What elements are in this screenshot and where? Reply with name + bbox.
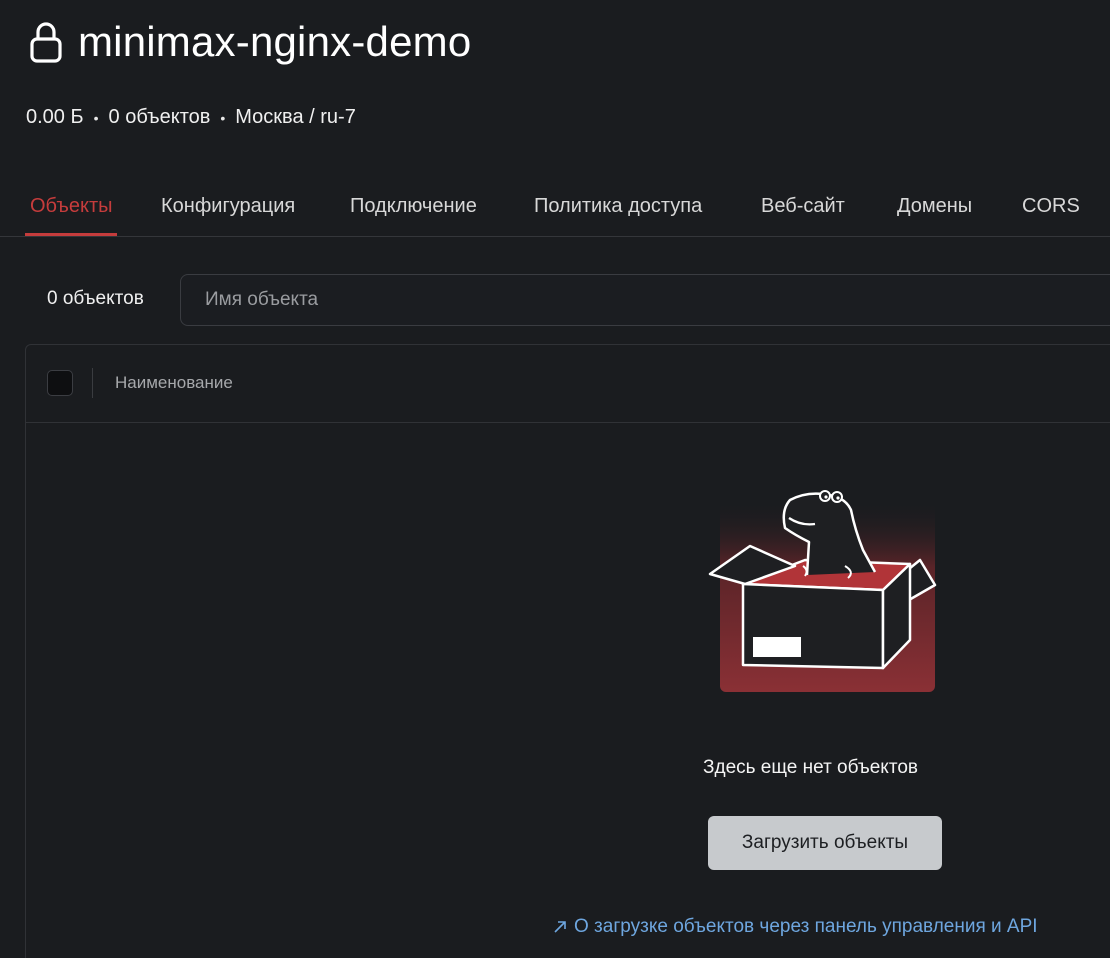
bucket-object-count: 0 объектов — [108, 106, 211, 128]
tab-configuration[interactable]: Конфигурация — [161, 178, 295, 236]
dino-in-box-illustration — [708, 490, 937, 692]
bucket-page: minimax-nginx-demo 0.00 Б • 0 объектов •… — [0, 0, 1110, 958]
table-header: Наименование — [26, 345, 1110, 423]
header: minimax-nginx-demo — [26, 18, 471, 66]
help-link[interactable]: О загрузке объектов через панель управле… — [552, 916, 1038, 938]
select-all-checkbox[interactable] — [47, 370, 73, 396]
tab-connection[interactable]: Подключение — [350, 178, 477, 236]
tab-bar: Объекты Конфигурация Подключение Политик… — [0, 178, 1110, 237]
header-divider — [92, 368, 93, 398]
meta-separator: • — [220, 109, 226, 126]
tab-objects[interactable]: Объекты — [24, 178, 119, 236]
tab-domains[interactable]: Домены — [897, 178, 972, 236]
bucket-meta: 0.00 Б • 0 объектов • Москва / ru-7 — [26, 106, 356, 129]
object-count: 0 объектов — [47, 288, 144, 309]
meta-separator: • — [93, 109, 99, 126]
empty-state-message: Здесь еще нет объектов — [703, 757, 918, 778]
tab-website[interactable]: Веб-сайт — [761, 178, 845, 236]
page-title: minimax-nginx-demo — [78, 18, 472, 65]
search-input[interactable] — [203, 288, 1110, 312]
bucket-location: Москва / ru-7 — [235, 106, 356, 128]
tab-cors[interactable]: CORS — [1022, 178, 1080, 236]
objects-table: Наименование — [25, 344, 1110, 958]
upload-objects-button[interactable]: Загрузить объекты — [708, 816, 942, 870]
lock-icon — [30, 22, 62, 63]
bucket-size: 0.00 Б — [26, 106, 84, 128]
search-box[interactable] — [180, 274, 1110, 326]
arrow-up-right-icon — [554, 921, 566, 933]
help-link-label: О загрузке объектов через панель управле… — [574, 916, 1038, 937]
tab-access-policy[interactable]: Политика доступа — [534, 178, 702, 236]
column-header-name[interactable]: Наименование — [115, 373, 233, 393]
